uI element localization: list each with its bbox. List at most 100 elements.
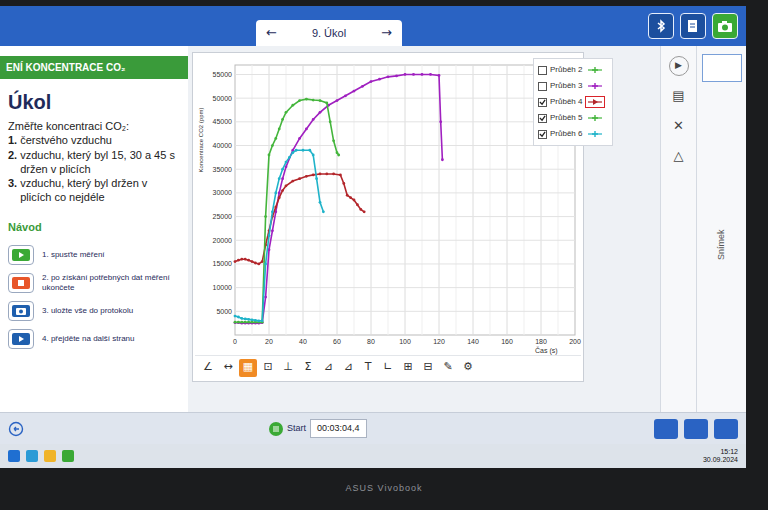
rail-button[interactable]: ▶: [669, 56, 689, 76]
tool-button[interactable]: [684, 419, 708, 439]
rail-button[interactable]: △: [669, 146, 689, 166]
next-arrow[interactable]: →: [381, 23, 392, 43]
measurement-control: Start00:03:04,4: [268, 419, 367, 439]
next-icon: [10, 331, 32, 347]
data-point: [274, 206, 277, 209]
back-button[interactable]: [8, 417, 24, 441]
legend-checkbox[interactable]: [538, 98, 547, 107]
data-point: [342, 182, 345, 185]
check-icon: [539, 114, 546, 122]
data-point: [319, 201, 322, 204]
legend-name[interactable]: Průběh 6: [550, 128, 582, 140]
rail-button[interactable]: ✕: [669, 116, 689, 136]
grid-line: [388, 65, 389, 335]
taskbar-app[interactable]: [62, 450, 74, 462]
legend-marker[interactable]: [585, 80, 605, 92]
data-point: [244, 317, 247, 320]
y-tick: 45000: [213, 118, 233, 125]
legend-name[interactable]: Průběh 3: [550, 80, 582, 92]
task-item: 1.čerstvého vzduchu: [0, 133, 188, 147]
step-button[interactable]: [8, 329, 34, 349]
legend-marker[interactable]: [585, 128, 605, 140]
tool-button[interactable]: [714, 419, 738, 439]
data-point: [302, 149, 305, 152]
toolbar-button[interactable]: ✎: [439, 359, 457, 377]
legend-marker[interactable]: [585, 112, 605, 124]
taskbar-app[interactable]: [8, 450, 20, 462]
clock-time[interactable]: 15:12: [720, 448, 738, 456]
legend-name[interactable]: Průběh 2: [550, 64, 582, 76]
guide-step: 2. po získání potřebných dat měření ukon…: [0, 269, 188, 297]
data-point: [247, 321, 250, 324]
bluetooth-button[interactable]: [648, 13, 674, 39]
toolbar-button[interactable]: ∟: [379, 359, 397, 377]
step-button[interactable]: [8, 273, 34, 293]
legend-checkbox[interactable]: [538, 114, 547, 123]
toolbar-button[interactable]: ↔: [219, 359, 237, 377]
data-point: [278, 177, 281, 180]
rail-button[interactable]: ▤: [669, 86, 689, 106]
tab-label[interactable]: 9. Úkol: [312, 25, 346, 42]
prev-arrow[interactable]: ←: [266, 23, 277, 43]
legend-marker[interactable]: [585, 64, 605, 76]
data-point: [274, 191, 277, 194]
data-point: [319, 111, 322, 114]
legend-name[interactable]: Průběh 5: [550, 112, 582, 124]
legend-item[interactable]: Průběh 2: [538, 62, 608, 78]
data-point: [257, 319, 260, 322]
data-point: [359, 208, 362, 211]
data-point: [244, 258, 247, 261]
start-label[interactable]: Start: [287, 422, 306, 436]
snapshot-button[interactable]: [712, 13, 738, 39]
x-tick: 180: [535, 338, 547, 345]
legend-item[interactable]: Průběh 3: [538, 78, 608, 94]
toolbar-button[interactable]: T: [359, 359, 377, 377]
data-point: [254, 319, 257, 322]
data-point: [240, 317, 243, 320]
legend-checkbox[interactable]: [538, 66, 547, 75]
clock-date[interactable]: 30.09.2024: [703, 456, 738, 464]
step-button[interactable]: [8, 301, 34, 321]
toolbar-button[interactable]: ∠: [199, 359, 217, 377]
grid-line: [303, 65, 304, 335]
data-point: [298, 99, 301, 102]
x-tick: 120: [433, 338, 445, 345]
legend-checkbox[interactable]: [538, 130, 547, 139]
legend-marker[interactable]: [585, 96, 605, 108]
data-point: [346, 194, 349, 197]
stop-icon: [10, 275, 32, 291]
data-point: [234, 315, 237, 318]
toolbar-button[interactable]: ⊞: [399, 359, 417, 377]
toolbar-button[interactable]: ⚙: [459, 359, 477, 377]
data-point: [285, 161, 288, 164]
legend-name[interactable]: Průběh 4: [550, 96, 582, 108]
grid-line: [235, 74, 575, 75]
toolbar-button[interactable]: ⊟: [419, 359, 437, 377]
tool-button[interactable]: [654, 419, 678, 439]
legend-item[interactable]: Průběh 6: [538, 126, 608, 142]
report-button[interactable]: [680, 13, 706, 39]
legend-checkbox[interactable]: [538, 82, 547, 91]
data-point: [344, 94, 347, 97]
taskbar-app[interactable]: [44, 450, 56, 462]
grid-line: [235, 287, 575, 288]
toolbar-button[interactable]: ⊡: [259, 359, 277, 377]
clock[interactable]: 15:1230.09.2024: [703, 448, 738, 465]
slide-thumbnail[interactable]: [702, 54, 742, 82]
page-tab[interactable]: ← 9. Úkol →: [256, 20, 402, 46]
toolbar-button[interactable]: ⊥: [279, 359, 297, 377]
start-button[interactable]: Start: [268, 421, 306, 437]
data-point: [325, 173, 328, 176]
step-button[interactable]: [8, 245, 34, 265]
toolbar-button[interactable]: Σ: [299, 359, 317, 377]
data-point: [240, 258, 243, 261]
taskbar-app[interactable]: [26, 450, 38, 462]
legend-item[interactable]: Průběh 4: [538, 94, 608, 110]
step-text: 1. spusťte měření: [42, 250, 105, 260]
toolbar-button[interactable]: ⊿: [319, 359, 337, 377]
toolbar-button[interactable]: ⊿: [339, 359, 357, 377]
legend-item[interactable]: Průběh 5: [538, 110, 608, 126]
toolbar-button[interactable]: ▦: [239, 359, 257, 377]
task-item: 2.vzduchu, který byl 15, 30 a 45 s držen…: [0, 148, 188, 177]
grid-line: [286, 65, 287, 335]
